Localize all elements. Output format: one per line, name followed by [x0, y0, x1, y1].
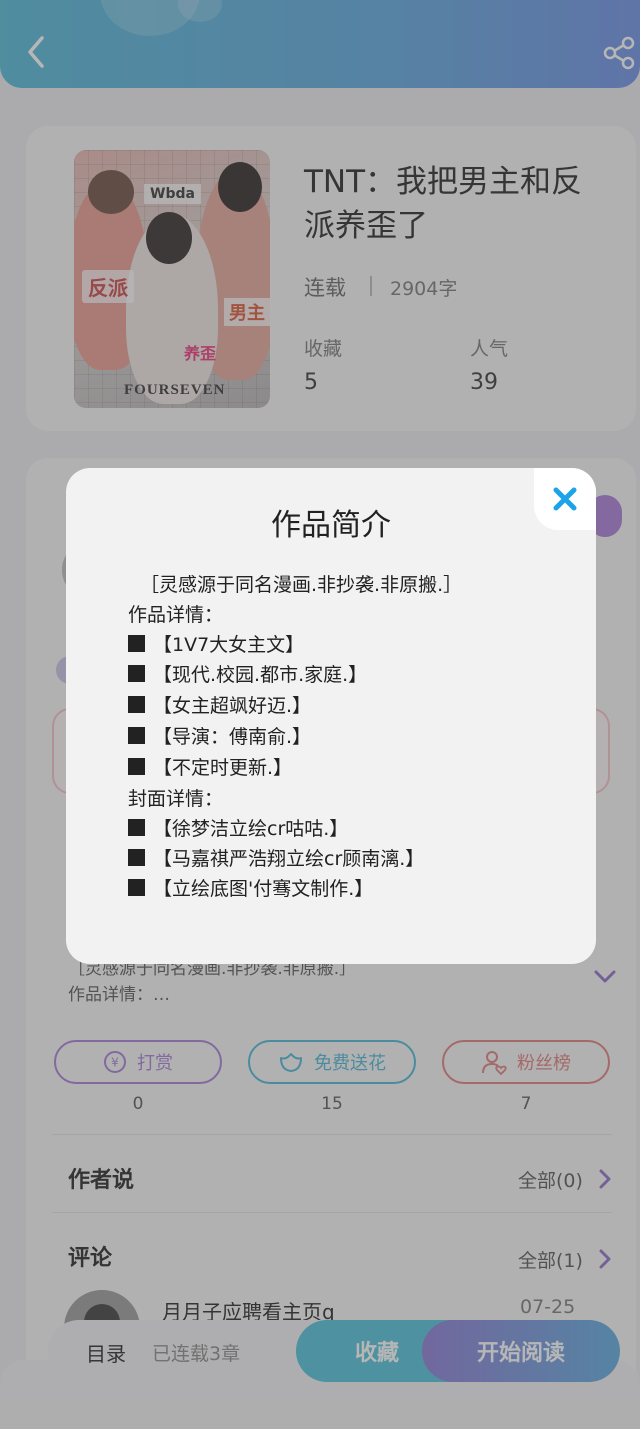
square-bullet-icon: [128, 635, 145, 652]
intro-line-text: 【徐梦洁立绘cr咕咕.】: [153, 818, 349, 840]
intro-line: 【立绘底图'付骞文制作.】: [128, 874, 373, 901]
intro-line: 【徐梦洁立绘cr咕咕.】: [128, 814, 348, 841]
intro-line-text: 【导演：傅南俞.】: [153, 726, 312, 748]
square-bullet-icon: [128, 879, 145, 896]
intro-line-text: 【1V7大女主文】: [153, 634, 305, 656]
intro-line: 作品详情：: [128, 600, 223, 627]
intro-line-text: ［灵感源于同名漫画.非抄袭.非原搬.］: [140, 574, 463, 596]
square-bullet-icon: [128, 727, 145, 744]
intro-line: 【1V7大女主文】: [128, 630, 304, 657]
intro-line-text: 【马嘉祺严浩翔立绘cr顾南漓.】: [153, 848, 425, 870]
modal-title: 作品简介: [271, 508, 391, 543]
square-bullet-icon: [128, 849, 145, 866]
intro-line-text: 【女主超飒好迈.】: [153, 695, 312, 717]
square-bullet-icon: [128, 696, 145, 713]
intro-line: ［灵感源于同名漫画.非抄袭.非原搬.］: [140, 570, 462, 597]
intro-line: 【现代.校园.都市.家庭.】: [128, 660, 367, 687]
square-bullet-icon: [128, 819, 145, 836]
intro-line-text: 【立绘底图'付骞文制作.】: [153, 878, 374, 900]
square-bullet-icon: [128, 665, 145, 682]
intro-line: 【女主超飒好迈.】: [128, 691, 311, 718]
intro-line: 封面详情：: [128, 784, 223, 811]
intro-line-text: 【现代.校园.都市.家庭.】: [153, 664, 368, 686]
intro-line: 【不定时更新.】: [128, 753, 292, 780]
intro-line-text: 封面详情：: [128, 788, 224, 810]
intro-line-text: 作品详情：: [128, 604, 224, 626]
intro-line-text: 【不定时更新.】: [153, 757, 293, 779]
intro-line: 【马嘉祺严浩翔立绘cr顾南漓.】: [128, 844, 424, 871]
intro-line: 【导演：傅南俞.】: [128, 722, 311, 749]
square-bullet-icon: [128, 758, 145, 775]
